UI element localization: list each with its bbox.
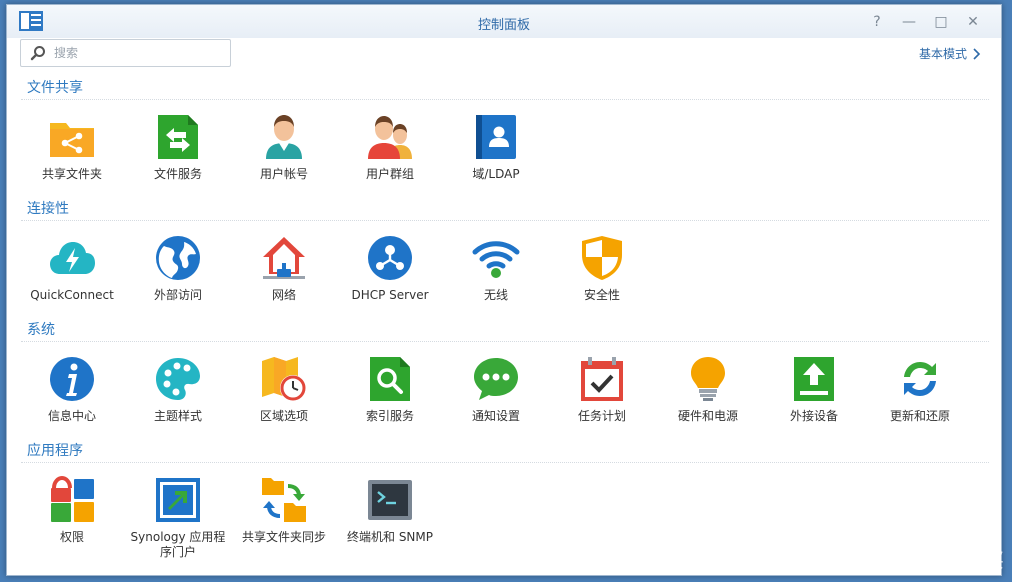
group-icon [366, 113, 414, 161]
section-divider [21, 220, 989, 221]
item-label: 外部访问 [153, 288, 202, 302]
item-label: DHCP Server [351, 288, 429, 302]
wifi-icon [472, 234, 520, 282]
item-label: 硬件和电源 [677, 409, 738, 423]
control-panel-window: 控制面板 ? — □ ✕ 基本模式 文件共享 [6, 4, 1002, 576]
search-input[interactable] [52, 43, 226, 63]
section-divider [21, 341, 989, 342]
file-services-icon [154, 113, 202, 161]
wireless-item[interactable]: 无线 [443, 234, 549, 303]
search-icon [30, 45, 46, 61]
chat-bubble-icon [472, 355, 520, 403]
minimize-button[interactable]: — [893, 12, 925, 32]
folder-sync-icon [260, 476, 308, 524]
item-label: QuickConnect [30, 288, 114, 302]
external-access-item[interactable]: 外部访问 [125, 234, 231, 303]
item-label: 共享文件夹 [41, 167, 102, 181]
info-center-item[interactable]: 信息中心 [19, 355, 125, 424]
item-label: 区域选项 [259, 409, 308, 423]
chevron-right-icon [973, 47, 981, 60]
group-item[interactable]: 用户群组 [337, 113, 443, 182]
user-icon [260, 113, 308, 161]
item-label: 更新和还原 [889, 409, 950, 423]
update-restore-item[interactable]: 更新和还原 [867, 355, 973, 424]
item-label: 外接设备 [789, 409, 838, 423]
light-bulb-icon [684, 355, 732, 403]
domain-ldap-item[interactable]: 域/LDAP [443, 113, 549, 182]
regional-options-item[interactable]: 区域选项 [231, 355, 337, 424]
quickconnect-item[interactable]: QuickConnect [19, 234, 125, 303]
task-scheduler-item[interactable]: 任务计划 [549, 355, 655, 424]
item-label: Synology 应用程序门户 [130, 530, 226, 559]
quickconnect-icon [48, 234, 96, 282]
section-title-connectivity: 连接性 [27, 201, 69, 217]
item-label: 信息中心 [47, 409, 96, 423]
user-item[interactable]: 用户帐号 [231, 113, 337, 182]
item-label: 用户群组 [365, 167, 414, 181]
section-title-applications: 应用程序 [27, 443, 83, 459]
hardware-power-item[interactable]: 硬件和电源 [655, 355, 761, 424]
section-divider [21, 462, 989, 463]
item-label: 文件服务 [153, 167, 202, 181]
folder-sync-item[interactable]: 共享文件夹同步 [231, 476, 337, 545]
app-portal-item[interactable]: Synology 应用程序门户 [125, 476, 231, 560]
window-title: 控制面板 [477, 18, 530, 33]
item-label: 通知设置 [471, 409, 520, 423]
external-devices-item[interactable]: 外接设备 [761, 355, 867, 424]
item-label: 主题样式 [153, 409, 202, 423]
watermark-logo-icon: 值 [866, 542, 898, 574]
security-item[interactable]: 安全性 [549, 234, 655, 303]
help-button[interactable]: ? [861, 12, 893, 32]
indexing-service-item[interactable]: 索引服务 [337, 355, 443, 424]
dhcp-server-icon [366, 234, 414, 282]
file-services-item[interactable]: 文件服务 [125, 113, 231, 182]
index-search-icon [366, 355, 414, 403]
section-title-file-sharing: 文件共享 [27, 80, 83, 96]
item-label: 无线 [483, 288, 508, 302]
basic-mode-link[interactable]: 基本模式 [919, 45, 981, 62]
refresh-icon [896, 355, 944, 403]
item-label: 用户帐号 [259, 167, 308, 181]
search-box[interactable] [20, 39, 231, 67]
item-label: 终端机和 SNMP [347, 530, 433, 544]
basic-mode-label: 基本模式 [918, 47, 967, 61]
app-portal-icon [154, 476, 202, 524]
item-label: 权限 [59, 530, 84, 544]
palette-icon [154, 355, 202, 403]
item-label: 索引服务 [365, 409, 414, 423]
item-label: 任务计划 [577, 409, 626, 423]
watermark-text: 什么值得买 [904, 547, 1004, 572]
section-title-system: 系统 [27, 322, 55, 338]
domain-ldap-icon [472, 113, 520, 161]
dhcp-server-item[interactable]: DHCP Server [337, 234, 443, 303]
external-device-icon [790, 355, 838, 403]
terminal-icon [366, 476, 414, 524]
network-item[interactable]: 网络 [231, 234, 337, 303]
network-house-icon [260, 234, 308, 282]
close-button[interactable]: ✕ [957, 12, 989, 32]
info-icon [48, 355, 96, 403]
item-label: 共享文件夹同步 [241, 530, 326, 544]
watermark: 值 什么值得买 [866, 542, 1004, 574]
title-bar[interactable]: 控制面板 ? — □ ✕ [7, 5, 1001, 38]
shared-folder-item[interactable]: 共享文件夹 [19, 113, 125, 182]
shared-folder-icon [48, 113, 96, 161]
item-label: 安全性 [583, 288, 620, 302]
item-label: 网络 [271, 288, 296, 302]
item-label: 域/LDAP [472, 167, 520, 181]
theme-item[interactable]: 主题样式 [125, 355, 231, 424]
privileges-item[interactable]: 权限 [19, 476, 125, 545]
maximize-button[interactable]: □ [925, 12, 957, 32]
calendar-check-icon [578, 355, 626, 403]
notification-item[interactable]: 通知设置 [443, 355, 549, 424]
privileges-icon [48, 476, 96, 524]
terminal-snmp-item[interactable]: 终端机和 SNMP [337, 476, 443, 545]
globe-icon [154, 234, 202, 282]
map-clock-icon [260, 355, 308, 403]
section-divider [21, 99, 989, 100]
shield-icon [578, 234, 626, 282]
